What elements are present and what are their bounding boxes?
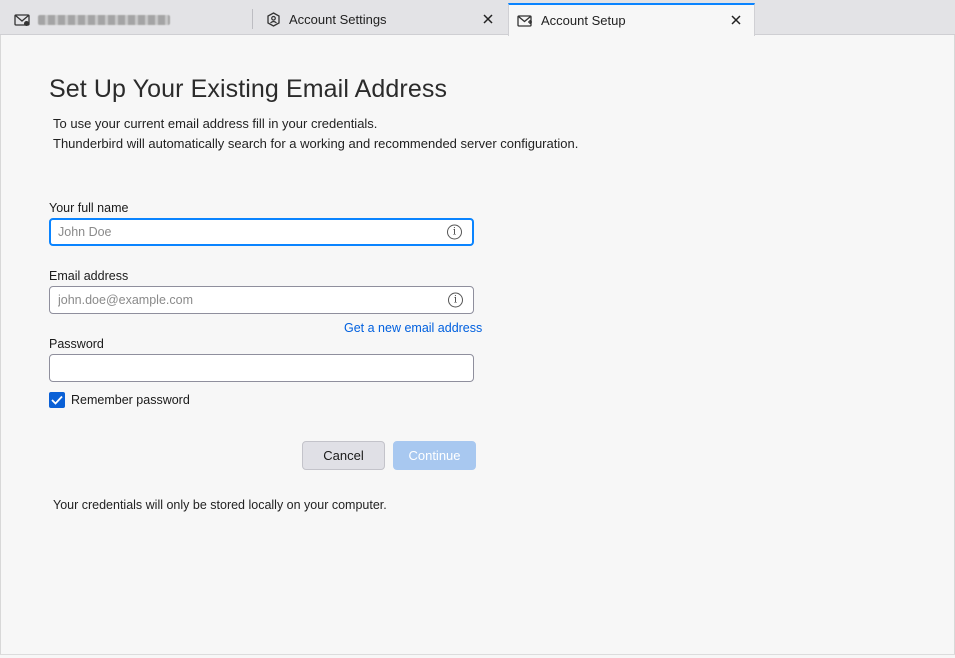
email-input[interactable]: [58, 293, 438, 307]
checkmark-icon: [51, 395, 63, 405]
intro-text: To use your current email address fill i…: [53, 116, 378, 131]
mail-icon: [14, 12, 30, 28]
tab-account-setup[interactable]: Account Setup: [508, 3, 755, 36]
get-new-email-link[interactable]: Get a new email address: [344, 321, 482, 335]
tab-account-settings-label: Account Settings: [289, 12, 387, 27]
tab-separator: [252, 9, 253, 29]
email-label: Email address: [49, 269, 129, 283]
close-icon[interactable]: [728, 12, 744, 28]
password-label: Password: [49, 337, 104, 351]
email-field[interactable]: i: [49, 286, 474, 314]
page-title: Set Up Your Existing Email Address: [49, 75, 448, 103]
page-border: [0, 35, 1, 658]
info-icon[interactable]: i: [447, 224, 462, 240]
close-icon[interactable]: [480, 11, 496, 27]
credentials-note: Your credentials will only be stored loc…: [53, 498, 387, 512]
full-name-label: Your full name: [49, 201, 129, 215]
info-icon[interactable]: i: [448, 292, 463, 308]
remember-password-checkbox[interactable]: [49, 392, 65, 408]
bottom-border: [0, 654, 955, 658]
tab-account-settings[interactable]: Account Settings: [254, 4, 506, 35]
continue-button[interactable]: Continue: [393, 441, 476, 470]
remember-password-row[interactable]: Remember password: [49, 392, 190, 408]
full-name-input[interactable]: [58, 225, 438, 239]
tab-account-setup-label: Account Setup: [541, 13, 626, 28]
password-field[interactable]: [49, 354, 474, 382]
tab-bar: Account Settings Account Setup: [0, 0, 955, 36]
intro-text: Thunderbird will automatically search fo…: [53, 136, 579, 151]
password-input[interactable]: [58, 361, 438, 375]
mail-setup-icon: [517, 13, 533, 29]
full-name-field[interactable]: i: [49, 218, 474, 246]
settings-shield-icon: [265, 12, 281, 28]
tab-mail-label-redacted: [38, 14, 170, 25]
cancel-button[interactable]: Cancel: [302, 441, 385, 470]
tab-mail[interactable]: [0, 4, 252, 35]
remember-password-label: Remember password: [71, 393, 190, 407]
